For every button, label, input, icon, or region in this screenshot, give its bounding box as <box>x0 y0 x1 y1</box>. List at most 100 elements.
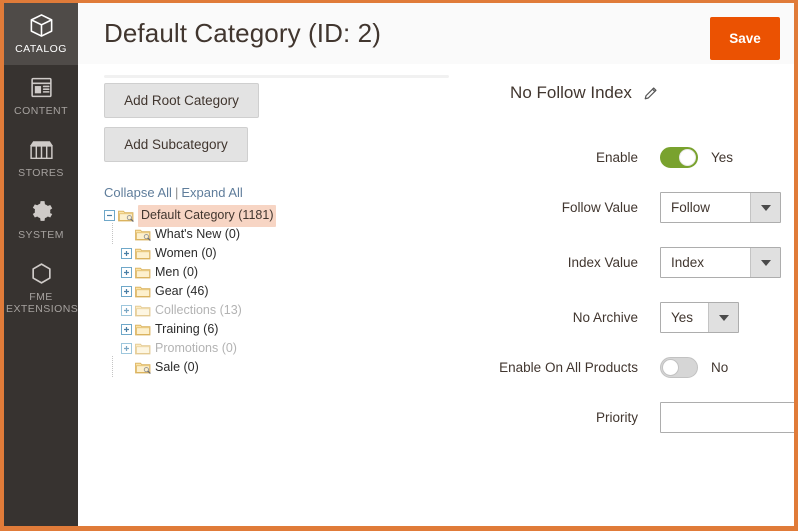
collapse-minus-icon[interactable] <box>104 210 115 221</box>
sidebar-item-content[interactable]: Content <box>4 65 78 127</box>
leaf-spacer-icon <box>121 229 132 240</box>
no-archive-selected: Yes <box>661 303 708 332</box>
field-row-index-value: Index Value Index <box>378 247 780 278</box>
priority-input[interactable] <box>660 402 798 433</box>
admin-sidebar-nav: Catalog Content Stores <box>4 3 78 526</box>
enable-on-all-products-label: Enable On All Products <box>378 360 660 375</box>
collapse-all-link[interactable]: Collapse All <box>104 185 172 200</box>
tree-node[interactable]: Gear (46) <box>104 282 394 301</box>
expand-plus-icon[interactable] <box>121 305 132 316</box>
sidebar-item-system-label: System <box>6 229 76 241</box>
sidebar-item-catalog-label: Catalog <box>6 43 76 55</box>
sidebar-item-fme-extensions-label: FME Extensions <box>6 291 76 315</box>
toggle-knob <box>679 149 696 166</box>
follow-value-select[interactable]: Follow <box>660 192 781 223</box>
page-title: Default Category (ID: 2) <box>104 18 381 49</box>
folder-search-icon <box>135 228 151 241</box>
add-subcategory-button[interactable]: Add Subcategory <box>104 127 248 162</box>
tree-node[interactable]: Men (0) <box>104 263 394 282</box>
no-archive-label: No Archive <box>378 310 660 325</box>
page-header: Default Category (ID: 2) Save <box>78 3 794 65</box>
expand-plus-icon[interactable] <box>121 248 132 259</box>
tree-node[interactable]: What's New (0) <box>104 225 394 244</box>
folder-icon <box>135 323 151 336</box>
sidebar-item-stores-label: Stores <box>6 167 76 179</box>
tree-node-label[interactable]: Promotions (0) <box>155 339 237 358</box>
follow-value-selected: Follow <box>661 193 750 222</box>
category-tree-panel: Add Root Category Add Subcategory Collap… <box>104 83 394 377</box>
tree-node-label[interactable]: Gear (46) <box>155 282 209 301</box>
tree-node-label[interactable]: Collections (13) <box>155 301 242 320</box>
add-root-category-button[interactable]: Add Root Category <box>104 83 259 118</box>
field-row-priority: Priority <box>378 402 780 433</box>
folder-icon <box>135 285 151 298</box>
section-title: No Follow Index <box>510 83 632 103</box>
chevron-down-icon[interactable] <box>708 303 738 332</box>
field-row-follow-value: Follow Value Follow <box>378 192 780 223</box>
enable-toggle[interactable] <box>660 147 698 168</box>
storefront-icon <box>6 136 76 164</box>
enable-on-all-products-toggle[interactable] <box>660 357 698 378</box>
expand-plus-icon[interactable] <box>121 343 132 354</box>
sidebar-item-system[interactable]: System <box>4 189 78 251</box>
body-columns: Add Root Category Add Subcategory Collap… <box>78 83 794 526</box>
chevron-down-icon[interactable] <box>750 193 780 222</box>
follow-value-label: Follow Value <box>378 200 660 215</box>
index-value-select[interactable]: Index <box>660 247 781 278</box>
tree-node-label[interactable]: Women (0) <box>155 244 217 263</box>
content-window-icon <box>6 74 76 102</box>
box-icon <box>6 12 76 40</box>
expand-plus-icon[interactable] <box>121 286 132 297</box>
toggle-knob <box>662 359 679 376</box>
index-value-selected: Index <box>661 248 750 277</box>
priority-label: Priority <box>378 410 660 425</box>
sidebar-item-content-label: Content <box>6 105 76 117</box>
tree-node-label[interactable]: Default Category (1181) <box>138 205 276 227</box>
tree-node-label[interactable]: Sale (0) <box>155 358 199 377</box>
chevron-down-icon[interactable] <box>750 248 780 277</box>
enable-on-all-products-value: No <box>711 360 728 375</box>
links-separator: | <box>172 185 181 200</box>
hexagon-icon <box>6 260 76 288</box>
tree-node[interactable]: Women (0) <box>104 244 394 263</box>
header-divider <box>104 75 449 78</box>
gear-icon <box>6 198 76 226</box>
expand-plus-icon[interactable] <box>121 267 132 278</box>
leaf-spacer-icon <box>121 362 132 373</box>
folder-icon <box>135 304 151 317</box>
expand-plus-icon[interactable] <box>121 324 132 335</box>
folder-search-icon <box>135 361 151 374</box>
sidebar-item-stores[interactable]: Stores <box>4 127 78 189</box>
tree-node[interactable]: Promotions (0) <box>104 339 394 358</box>
no-follow-index-form: No Follow Index Enable <box>378 83 780 457</box>
save-button[interactable]: Save <box>710 17 780 60</box>
tree-guide-line <box>112 356 113 377</box>
enable-label: Enable <box>378 150 660 165</box>
folder-icon <box>135 266 151 279</box>
enable-toggle-value: Yes <box>711 150 733 165</box>
folder-icon <box>135 247 151 260</box>
tree-node[interactable]: Training (6) <box>104 320 394 339</box>
tree-node-label[interactable]: What's New (0) <box>155 225 240 244</box>
field-row-no-archive: No Archive Yes <box>378 302 780 333</box>
no-archive-select[interactable]: Yes <box>660 302 739 333</box>
tree-guide-line <box>112 223 113 244</box>
sidebar-item-catalog[interactable]: Catalog <box>4 3 78 65</box>
field-row-enable: Enable Yes <box>378 147 780 168</box>
folder-search-icon <box>118 209 134 222</box>
sidebar-item-fme-extensions[interactable]: FME Extensions <box>4 251 78 325</box>
admin-page: Catalog Content Stores <box>0 0 798 531</box>
field-row-enable-on-all-products: Enable On All Products No <box>378 357 780 378</box>
tree-node-label[interactable]: Men (0) <box>155 263 198 282</box>
pencil-icon[interactable] <box>643 86 658 101</box>
tree-node[interactable]: Collections (13) <box>104 301 394 320</box>
tree-node[interactable]: Sale (0) <box>104 358 394 377</box>
main-content: Default Category (ID: 2) Save Add Root C… <box>78 3 794 526</box>
expand-all-link[interactable]: Expand All <box>181 185 242 200</box>
folder-icon <box>135 342 151 355</box>
category-tree: Default Category (1181) <box>104 206 394 377</box>
section-header: No Follow Index <box>378 83 780 103</box>
tree-node-label[interactable]: Training (6) <box>155 320 218 339</box>
tree-toggle-links: Collapse All|Expand All <box>104 184 394 202</box>
tree-node[interactable]: Default Category (1181) <box>104 206 394 225</box>
